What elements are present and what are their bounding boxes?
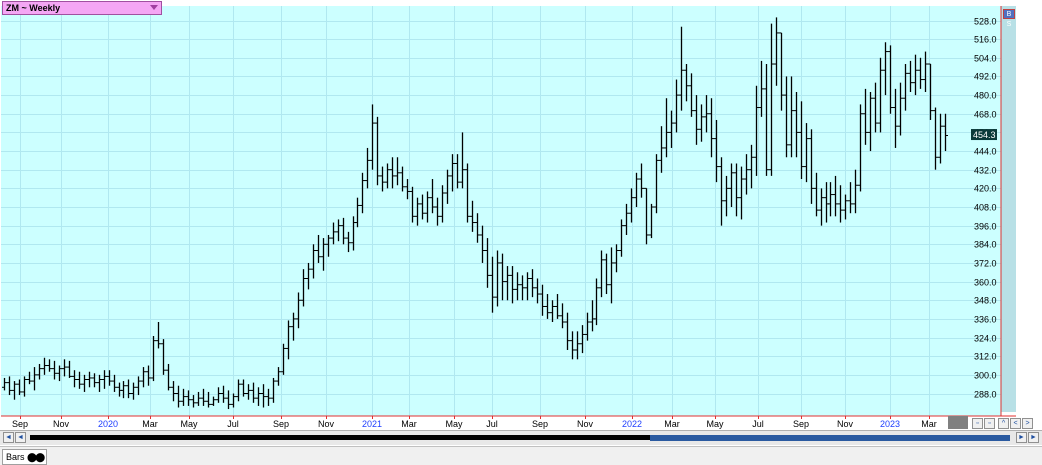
x-tick-label: Sep (793, 419, 809, 429)
chart-tool-buttons: ▫ ▫ ^ < > (970, 418, 1042, 430)
x-tick-label: May (180, 419, 198, 429)
x-tick-label: Mar (401, 419, 417, 429)
status-bar: Bars ⬤⬤ (0, 446, 1042, 465)
y-tick-label: 300.0 (974, 371, 997, 381)
zoom-in-icon[interactable]: ▫ (984, 418, 995, 429)
scroll-back-icon[interactable]: ◄ (15, 432, 26, 443)
x-tick-label: Nov (837, 419, 854, 429)
x-tick-label: Sep (532, 419, 548, 429)
chart-navigation-bar: ◄ ◄ ► ► (0, 416, 1042, 445)
y-tick-label: 480.0 (974, 91, 997, 101)
symbol-label: ZM ~ Weekly (6, 3, 61, 13)
bars-tab[interactable]: Bars ⬤⬤ (2, 449, 48, 465)
last-price-marker: 454.3 (971, 129, 997, 141)
price-scale-strip (1001, 6, 1016, 412)
x-tick-label: Mar (142, 419, 158, 429)
scroll-left-icon[interactable]: ◄ (3, 432, 14, 443)
x-tick-label: May (445, 419, 463, 429)
x-tick-label: Jul (227, 419, 239, 429)
y-tick-label: 360.0 (974, 278, 997, 288)
y-tick-label: 504.0 (974, 54, 997, 64)
x-tick-label: 2020 (98, 419, 118, 429)
y-tick-label: 336.0 (974, 315, 997, 325)
x-tick-label: Nov (577, 419, 594, 429)
x-tick-label: Mar (664, 419, 680, 429)
scroll-forward-icon[interactable]: ► (1016, 432, 1027, 443)
y-tick-label: 516.0 (974, 35, 997, 45)
y-axis-labels: 528.0516.0504.0492.0480.0468.0456.0444.0… (974, 17, 997, 400)
chain-link-icon: ⬤⬤ (27, 452, 45, 462)
chart-left-icon[interactable]: < (1010, 418, 1021, 429)
y-tick-label: 384.0 (974, 240, 997, 250)
dropdown-arrow-icon[interactable] (150, 5, 158, 10)
chart-right-icon[interactable]: > (1022, 418, 1033, 429)
price-chart: 528.0516.0504.0492.0480.0468.0456.0444.0… (1, 6, 1016, 429)
y-tick-label: 348.0 (974, 296, 997, 306)
x-tick-label: Nov (53, 419, 70, 429)
chart-area: 528.0516.0504.0492.0480.0468.0456.0444.0… (0, 0, 1041, 430)
y-tick-label: 468.0 (974, 110, 997, 120)
x-tick-label: Jul (486, 419, 498, 429)
bid-ask-button[interactable]: B S (1003, 9, 1015, 28)
y-tick-label: 324.0 (974, 334, 997, 344)
scroll-thumb[interactable] (650, 435, 1010, 441)
x-tick-label: 2022 (622, 419, 642, 429)
x-axis-labels: Sep Nov 2020 Mar May Jul Sep Nov 2021 Mar May Jul Se… (12, 416, 937, 429)
bars-tab-label: Bars (6, 452, 25, 462)
y-tick-label: 408.0 (974, 203, 997, 213)
y-tick-label: 372.0 (974, 259, 997, 269)
y-tick-label: 288.0 (974, 390, 997, 400)
y-tick-label: 444.0 (974, 147, 997, 157)
y-tick-label: 492.0 (974, 72, 997, 82)
x-tick-label: Jul (752, 419, 764, 429)
scroll-corner-block (948, 416, 968, 429)
x-tick-label: May (706, 419, 724, 429)
y-tick-label: 420.0 (974, 184, 997, 194)
x-tick-label: 2021 (362, 419, 382, 429)
y-tick-label: 432.0 (974, 166, 997, 176)
chart-up-icon[interactable]: ^ (998, 418, 1009, 429)
y-tick-label: 528.0 (974, 17, 997, 27)
x-tick-label: 2023 (880, 419, 900, 429)
zoom-out-icon[interactable]: ▫ (972, 418, 983, 429)
x-tick-label: Nov (318, 419, 335, 429)
y-tick-label: 396.0 (974, 222, 997, 232)
x-tick-label: Sep (12, 419, 28, 429)
scroll-right-icon[interactable]: ► (1028, 432, 1039, 443)
symbol-selector[interactable]: ZM ~ Weekly (2, 1, 162, 15)
x-tick-label: Mar (921, 419, 937, 429)
y-tick-label: 312.0 (974, 352, 997, 362)
last-price-label: 454.3 (973, 130, 996, 140)
x-tick-label: Sep (273, 419, 289, 429)
